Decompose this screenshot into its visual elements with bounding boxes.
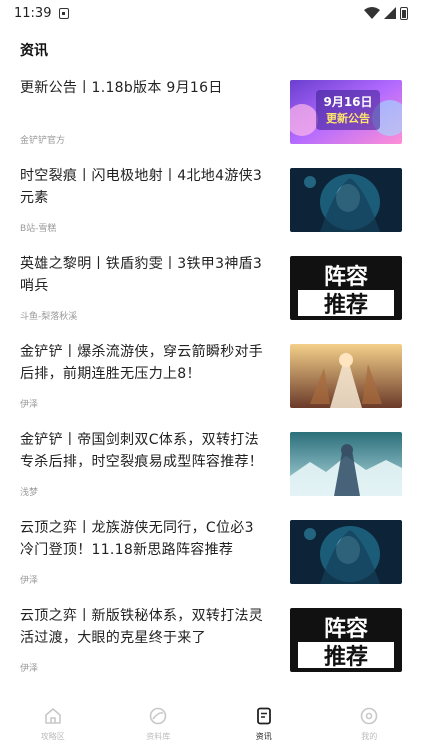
nav-label: 资讯	[255, 732, 272, 741]
banner-date: 9月16日	[323, 95, 372, 109]
banner-line1: 阵容	[324, 616, 368, 642]
lineup-recommend-banner: 阵容 推荐	[290, 608, 402, 672]
update-notice-banner: 9月16日 更新公告	[290, 80, 402, 144]
news-title: 金铲铲丨帝国剑刺双C体系，双转打法专杀后排，时空裂痕易成型阵容推荐！	[20, 432, 264, 470]
battery-icon	[400, 6, 408, 20]
news-thumbnail: 阵容 推荐	[290, 608, 402, 672]
news-source: 伊泽	[20, 400, 39, 410]
champion-art-gold	[290, 344, 402, 408]
news-title: 英雄之黎明丨铁盾豹雯丨3铁甲3神盾3哨兵	[20, 256, 263, 294]
news-item[interactable]: 金铲铲丨爆杀流游侠，穿云箭瞬秒对手后排，前期连胜无压力上8！ 伊泽	[0, 336, 422, 424]
news-item[interactable]: 云顶之弈丨新版铁秘体系，双转打法灵活过渡，大眼的克星终于来了 伊泽 阵容 推荐	[0, 600, 422, 688]
news-title: 云顶之弈丨新版铁秘体系，双转打法灵活过渡，大眼的克星终于来了	[20, 608, 264, 646]
news-item[interactable]: 英雄之黎明丨铁盾豹雯丨3铁甲3神盾3哨兵 斗鱼-梨落秋溪 阵容 推荐	[0, 248, 422, 336]
news-thumbnail	[290, 520, 402, 584]
news-source: 伊泽	[20, 664, 39, 674]
database-icon	[149, 707, 167, 725]
nav-label: 资料库	[146, 732, 171, 741]
news-thumbnail	[290, 344, 402, 408]
champion-art-blue	[290, 168, 402, 232]
status-left: 11:39	[14, 5, 70, 21]
news-source: 浅梦	[20, 488, 39, 498]
news-item[interactable]: 云顶之弈丨龙族游侠无同行，C位必3冷门登顶！11.18新思路阵容推荐 伊泽	[0, 512, 422, 600]
notification-icon	[59, 7, 70, 19]
news-thumbnail	[290, 432, 402, 496]
news-title: 时空裂痕丨闪电极地射丨4北地4游侠3元素	[20, 168, 263, 206]
news-icon	[256, 707, 271, 725]
home-icon	[44, 708, 61, 724]
news-source: 斗鱼-梨落秋溪	[20, 312, 78, 322]
nav-label: 我的	[361, 732, 378, 741]
status-bar: 11:39	[0, 0, 422, 26]
signal-icon	[384, 7, 396, 19]
news-item[interactable]: 更新公告丨1.18b版本 9月16日 金铲铲官方 9月16日 更新公告	[0, 72, 422, 160]
nav-news[interactable]: 资讯	[211, 698, 317, 750]
news-source: B站-雪糕	[20, 224, 57, 234]
news-title: 云顶之弈丨龙族游侠无同行，C位必3冷门登顶！11.18新思路阵容推荐	[20, 520, 254, 558]
bottom-nav: 攻略区 资料库 资讯 我的	[0, 698, 422, 750]
news-item[interactable]: 金铲铲丨帝国剑刺双C体系，双转打法专杀后排，时空裂痕易成型阵容推荐！ 浅梦	[0, 424, 422, 512]
nav-profile[interactable]: 我的	[317, 698, 422, 750]
profile-icon	[360, 707, 378, 725]
nav-guide[interactable]: 攻略区	[0, 698, 106, 750]
lineup-recommend-banner: 阵容 推荐	[290, 256, 402, 320]
news-source: 伊泽	[20, 576, 39, 586]
champion-art-blue	[290, 520, 402, 584]
news-title: 更新公告丨1.18b版本 9月16日	[20, 80, 223, 96]
banner-caption: 更新公告	[326, 111, 370, 125]
wifi-icon	[364, 7, 380, 19]
news-item[interactable]: 时空裂痕丨闪电极地射丨4北地4游侠3元素 B站-雪糕	[0, 160, 422, 248]
news-thumbnail: 9月16日 更新公告	[290, 80, 402, 144]
banner-line2: 推荐	[324, 292, 368, 318]
status-right	[364, 6, 408, 20]
banner-line2: 推荐	[324, 644, 368, 670]
news-list: 更新公告丨1.18b版本 9月16日 金铲铲官方 9月16日 更新公告 时空裂痕…	[0, 72, 422, 688]
news-title: 金铲铲丨爆杀流游侠，穿云箭瞬秒对手后排，前期连胜无压力上8！	[20, 344, 264, 382]
status-time: 11:39	[14, 5, 52, 21]
news-source: 金铲铲官方	[20, 136, 66, 146]
banner-line1: 阵容	[324, 264, 368, 290]
nav-database[interactable]: 资料库	[106, 698, 212, 750]
champion-art-ice	[290, 432, 402, 496]
news-thumbnail	[290, 168, 402, 232]
nav-label: 攻略区	[40, 732, 65, 741]
news-thumbnail: 阵容 推荐	[290, 256, 402, 320]
